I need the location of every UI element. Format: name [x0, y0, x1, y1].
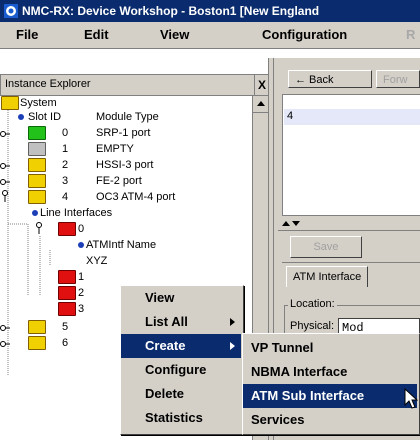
- scroll-up-button[interactable]: [253, 96, 269, 113]
- submenu-item-vp-tunnel[interactable]: VP Tunnel: [243, 336, 417, 360]
- window-title: NMC-RX: Device Workshop - Boston1 [New E…: [22, 4, 320, 18]
- tree-item-xyz[interactable]: XYZ: [86, 254, 107, 268]
- folder-icon: [58, 270, 76, 284]
- tree-slot-id[interactable]: 0: [62, 126, 68, 140]
- key-icon: [0, 339, 10, 347]
- folder-icon: [28, 190, 46, 204]
- mouse-cursor-icon: [404, 388, 418, 409]
- property-dot-icon: [78, 242, 84, 248]
- divider: [278, 230, 420, 231]
- list-item[interactable]: 4: [284, 109, 420, 125]
- menu-item-delete[interactable]: Delete: [121, 382, 241, 406]
- tree-item-atmintf-name[interactable]: ATMIntf Name: [86, 238, 156, 252]
- menu-item-list-all[interactable]: List All: [121, 310, 241, 334]
- context-menu: View List All Create Configure Delete St…: [120, 285, 244, 435]
- instance-explorer-header: Instance Explorer X: [0, 74, 270, 96]
- close-pane-button[interactable]: X: [254, 75, 269, 95]
- folder-icon: [58, 222, 76, 236]
- folder-icon: [58, 286, 76, 300]
- menu-item-view[interactable]: View: [121, 286, 241, 310]
- menu-item-label: Create: [145, 338, 186, 353]
- submenu-item-services[interactable]: Services: [243, 408, 417, 432]
- menu-file[interactable]: File: [16, 22, 38, 48]
- tree-slot-id[interactable]: 3: [62, 174, 68, 188]
- resize-arrows-icon[interactable]: [282, 220, 302, 228]
- folder-icon: [58, 302, 76, 316]
- save-button[interactable]: Save: [290, 236, 362, 258]
- submenu-arrow-icon: [230, 318, 235, 326]
- submenu-item-atm-sub-interface[interactable]: ATM Sub Interface: [243, 384, 417, 408]
- tree-item-li-3[interactable]: 3: [78, 302, 84, 316]
- title-bar: NMC-RX: Device Workshop - Boston1 [New E…: [0, 0, 420, 22]
- tree-slot-id[interactable]: 5: [62, 320, 68, 334]
- key-expanded-icon: [0, 190, 10, 202]
- key-expanded-icon: [34, 222, 44, 234]
- tree-item-line-interfaces[interactable]: Line Interfaces: [40, 206, 112, 220]
- tree-module-type[interactable]: HSSI-3 port: [96, 158, 153, 172]
- submenu-arrow-icon: [230, 342, 235, 350]
- module-type-header: Module Type: [96, 111, 159, 123]
- folder-icon: [28, 174, 46, 188]
- app-icon: [4, 4, 18, 18]
- tree-item-li-2[interactable]: 2: [78, 286, 84, 300]
- tab-atm-interface[interactable]: ATM Interface: [286, 266, 369, 287]
- create-submenu: VP Tunnel NBMA Interface ATM Sub Interfa…: [242, 333, 420, 435]
- physical-label: Physical:: [290, 320, 335, 332]
- key-icon: [0, 177, 10, 185]
- folder-icon: [28, 320, 46, 334]
- tree-item-li-1[interactable]: 1: [78, 270, 84, 284]
- instance-explorer-title: Instance Explorer: [5, 78, 91, 90]
- menu-r[interactable]: R: [406, 22, 415, 48]
- location-label: Location:: [288, 298, 337, 310]
- key-icon: [0, 161, 10, 169]
- menu-item-create[interactable]: Create: [121, 334, 241, 358]
- tree-module-type[interactable]: SRP-1 port: [96, 126, 150, 140]
- menu-bar: File Edit View Configuration R: [0, 22, 420, 49]
- menu-item-configure[interactable]: Configure: [121, 358, 241, 382]
- folder-icon: [28, 158, 46, 172]
- instance-list[interactable]: 4: [282, 94, 420, 216]
- tree-module-type[interactable]: FE-2 port: [96, 174, 142, 188]
- tree-slot-id[interactable]: 2: [62, 158, 68, 172]
- property-dot-icon: [18, 114, 24, 120]
- submenu-item-nbma-interface[interactable]: NBMA Interface: [243, 360, 417, 384]
- list-item-value: 4: [287, 110, 294, 122]
- folder-icon: [28, 336, 46, 350]
- folder-icon: [28, 142, 46, 156]
- menu-item-statistics[interactable]: Statistics: [121, 406, 241, 430]
- folder-icon: [28, 126, 46, 140]
- property-dot-icon: [32, 210, 38, 216]
- forward-button[interactable]: Forw: [376, 70, 420, 88]
- menu-view[interactable]: View: [160, 22, 189, 48]
- divider: [282, 262, 420, 263]
- folder-icon: [1, 96, 19, 110]
- tree-item-system[interactable]: System: [20, 96, 57, 110]
- menu-edit[interactable]: Edit: [84, 22, 109, 48]
- menu-configuration[interactable]: Configuration: [262, 22, 347, 48]
- key-icon: [0, 129, 10, 137]
- tree-module-type[interactable]: OC3 ATM-4 port: [96, 190, 175, 204]
- back-button[interactable]: ← Back: [288, 70, 372, 88]
- triangle-up-icon: [257, 101, 265, 106]
- tree-module-type[interactable]: EMPTY: [96, 142, 134, 156]
- slot-id-header: Slot ID: [28, 111, 62, 123]
- tree-slot-id[interactable]: 4: [62, 190, 68, 204]
- tree-item-li-0[interactable]: 0: [78, 222, 84, 236]
- key-icon: [0, 323, 10, 331]
- menu-item-label: List All: [145, 314, 188, 329]
- tree-slot-id[interactable]: 1: [62, 142, 68, 156]
- tree-slot-id[interactable]: 6: [62, 336, 68, 350]
